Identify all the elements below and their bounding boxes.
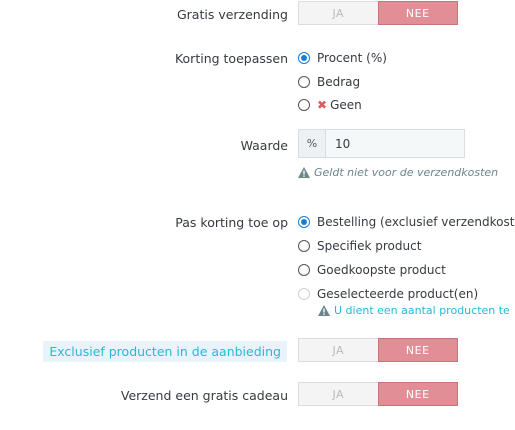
- apply-specific-radio[interactable]: [298, 240, 310, 252]
- apply-specific-label: Specifiek product: [317, 239, 422, 253]
- discount-amount-label: Bedrag: [317, 75, 361, 89]
- discount-percent-label: Procent (%): [317, 51, 387, 65]
- apply-order-option[interactable]: Bestelling (exclusief verzendkosten): [298, 215, 515, 229]
- discount-amount-radio[interactable]: [298, 76, 310, 88]
- percent-addon: %: [299, 130, 326, 157]
- free-shipping-yes[interactable]: JA: [298, 1, 378, 25]
- free-gift-label: Verzend een gratis cadeau: [120, 388, 288, 403]
- free-gift-toggle[interactable]: JA NEE: [298, 382, 458, 406]
- value-input-group: % 10: [298, 129, 465, 158]
- free-gift-no[interactable]: NEE: [377, 382, 458, 406]
- value-help-text: Geldt niet voor de verzendkosten: [314, 166, 499, 179]
- free-shipping-toggle[interactable]: JA NEE: [298, 1, 458, 25]
- close-icon: ✖: [317, 98, 328, 112]
- discount-percent-radio[interactable]: [298, 52, 310, 64]
- value-label: Waarde: [240, 138, 288, 153]
- apply-selected-label: Geselecteerde product(en): [317, 287, 479, 301]
- apply-selected-option: Geselecteerde product(en): [298, 287, 478, 301]
- apply-discount-label: Korting toepassen: [174, 51, 288, 66]
- free-shipping-no[interactable]: NEE: [377, 1, 458, 25]
- apply-order-radio[interactable]: [298, 216, 310, 228]
- warning-icon: [298, 167, 310, 178]
- discount-amount-option[interactable]: Bedrag: [298, 75, 360, 89]
- warning-icon: [318, 305, 330, 316]
- value-help: Geldt niet voor de verzendkosten: [298, 166, 498, 179]
- apply-specific-option[interactable]: Specifiek product: [298, 239, 421, 253]
- discount-none-radio[interactable]: [298, 99, 310, 111]
- apply-selected-warning-text[interactable]: U dient een aantal producten te: [334, 304, 510, 317]
- exclude-discounted-no[interactable]: NEE: [377, 338, 458, 362]
- discount-none-option[interactable]: ✖ Geen: [298, 98, 362, 112]
- free-shipping-label: Gratis verzending: [176, 7, 288, 22]
- exclude-discounted-label: Exclusief producten in de aanbieding: [43, 341, 287, 362]
- discount-none-label: Geen: [330, 98, 362, 112]
- apply-to-label: Pas korting toe op: [175, 215, 288, 230]
- free-gift-yes[interactable]: JA: [298, 382, 378, 406]
- value-input[interactable]: 10: [326, 130, 464, 157]
- apply-order-label: Bestelling (exclusief verzendkosten): [317, 215, 515, 229]
- apply-selected-warning: U dient een aantal producten te: [318, 304, 510, 317]
- exclude-discounted-yes[interactable]: JA: [298, 338, 378, 362]
- exclude-discounted-toggle[interactable]: JA NEE: [298, 338, 458, 362]
- apply-selected-radio: [298, 288, 310, 300]
- apply-cheapest-label: Goedkoopste product: [317, 263, 446, 277]
- apply-cheapest-radio[interactable]: [298, 264, 310, 276]
- apply-cheapest-option[interactable]: Goedkoopste product: [298, 263, 446, 277]
- discount-percent-option[interactable]: Procent (%): [298, 51, 387, 65]
